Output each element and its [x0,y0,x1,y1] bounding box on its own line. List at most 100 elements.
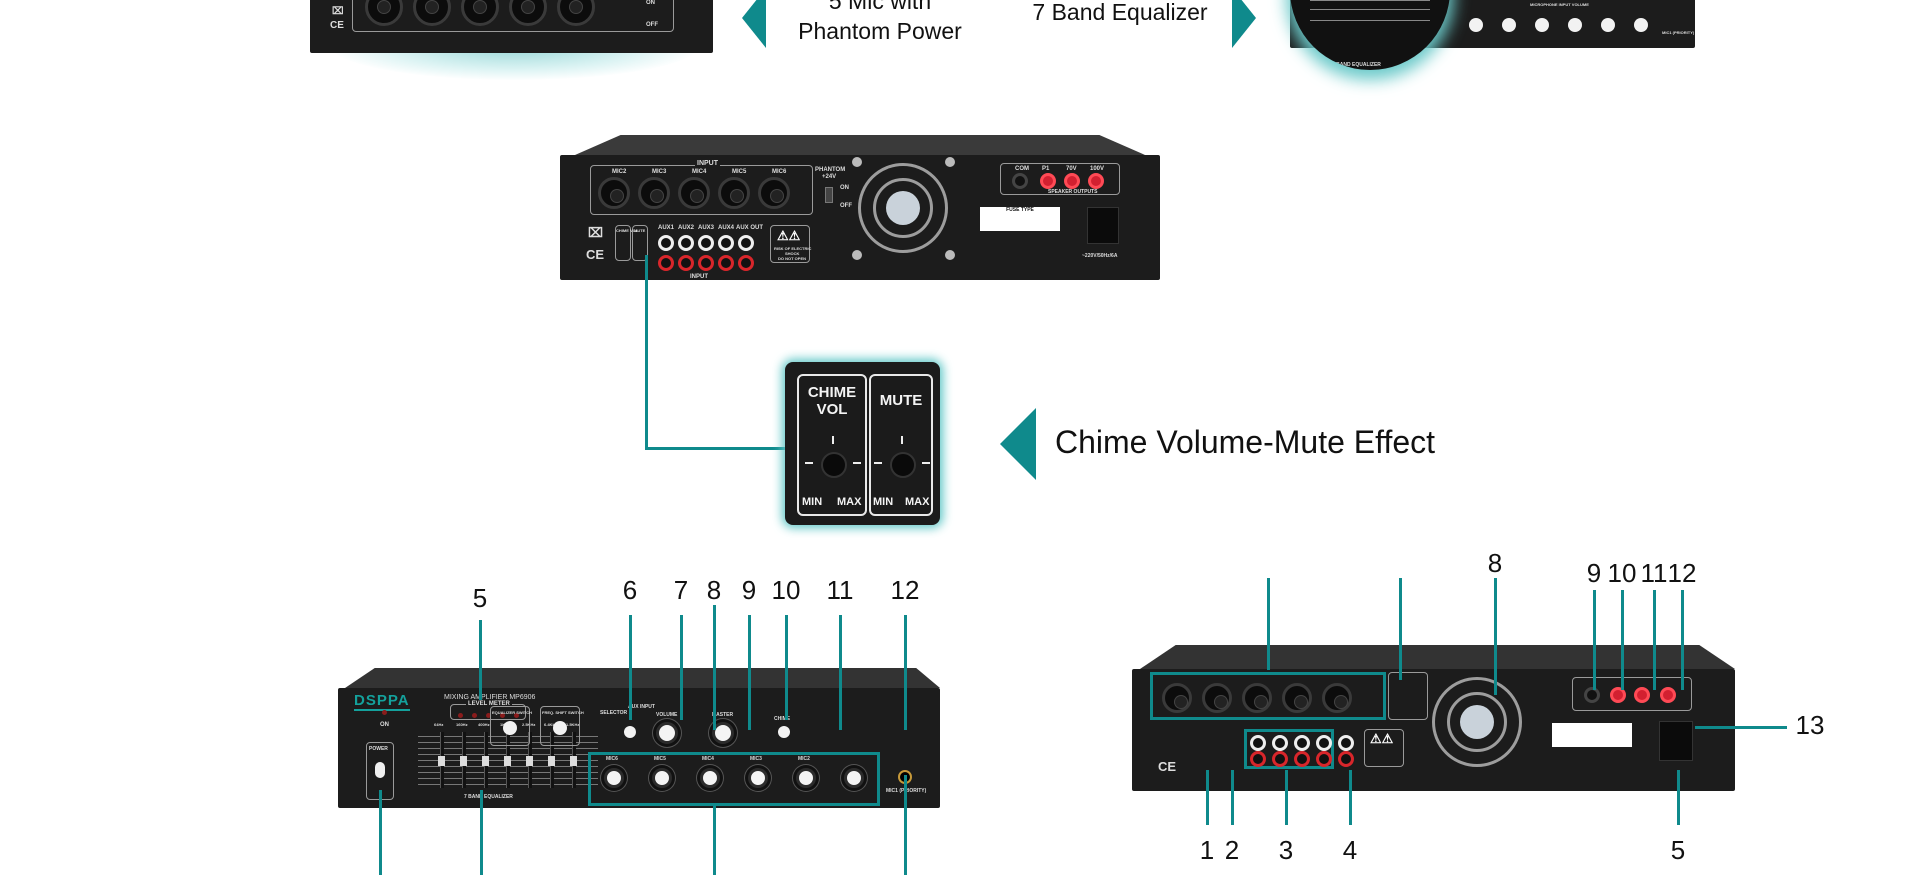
xlr-connector [1242,683,1272,713]
phantom-switch[interactable] [825,187,833,203]
rca-jack-white [1294,735,1310,751]
chime-vol-cell: CHIME VOL MIN MAX [797,374,867,516]
rca-jack-red [1250,751,1266,767]
callout-line [1206,770,1209,825]
rear-bottom-top [1140,645,1735,669]
callout-number: 5 [472,583,488,613]
mic-knob-label: MIC6 [606,756,618,762]
chime-caption: Chime Volume-Mute Effect [1055,424,1436,460]
power-rating: ~220V/50Hz/6A [1082,253,1118,259]
equalizer-switch-button[interactable] [503,721,517,735]
eq-fader-cap [438,756,445,766]
callout-line [1285,770,1288,825]
weee-icon: ⌧ [332,6,344,17]
callout-number: 12 [1667,558,1697,588]
top-left-rear-device: ON OFF ⌧ CE [310,0,713,53]
callout-number: 8 [1487,548,1503,578]
power-switch[interactable] [375,762,385,778]
rca-jack-red [1272,751,1288,767]
power-inlet [1087,207,1119,244]
mic-label: MIC5 [732,169,747,175]
terminal-com [1584,687,1600,703]
eq-freq-label: 64Hz [434,722,444,727]
mute-pot[interactable] [890,452,916,478]
input-label: INPUT [695,160,720,167]
volume-knob[interactable] [656,722,678,744]
fuse-table: FUSE TYPE [980,207,1060,231]
callout-line [904,615,907,730]
fan-hub [886,191,920,225]
callout-line [680,615,683,720]
callout-number: 11 [1640,558,1668,588]
xlr-connector [758,177,790,209]
mic-volume-knob[interactable] [604,768,624,788]
rca-jack-white [678,235,694,251]
mic-volume-knob[interactable] [796,768,816,788]
aux-label: AUX OUT [736,225,763,231]
callout-line [1267,578,1270,670]
level-led [472,713,477,718]
callout-number: 9 [1586,558,1602,588]
callout-line [1653,590,1656,690]
speaker-outputs-label: SPEAKER OUTPUTS [1048,189,1098,195]
arrow-left-icon [1000,408,1036,480]
callout-line [1695,726,1787,729]
fan-hub [1460,705,1494,739]
rca-jack-red [738,255,754,271]
rear-panel-device: INPUT MIC2 MIC3 MIC4 MIC5 MIC6 PHANTOM +… [560,155,1160,280]
brand-logo: DSPPA [354,692,410,711]
freq-shift-button[interactable] [553,721,567,735]
callout-line [1621,590,1624,690]
mic-volume-knob[interactable] [844,768,864,788]
mic-volume-knob[interactable] [748,768,768,788]
chime-vol-pot[interactable] [821,452,847,478]
callout-number: 9 [741,575,757,605]
mic-volume-knob[interactable] [700,768,720,788]
rca-jack-red [678,255,694,271]
callout-line [713,805,716,875]
eq-caption: 7 Band Equalizer [1032,0,1208,25]
volume-label: VOLUME [656,712,678,718]
mute-label: MUTE [879,392,923,409]
eq-freq-label: 400Hz [478,722,490,727]
min-label: MIN [802,496,823,508]
aux-selector-button[interactable] [624,726,636,738]
eq-fader-cap [482,756,489,766]
callout-number: 13 [1795,710,1825,740]
mic-label: MIC3 [652,169,667,175]
callout-number: 4 [1342,835,1358,865]
rca-jack-white [738,235,754,251]
tick [874,462,882,464]
switch-off-label: OFF [646,22,658,28]
aux-input-label: INPUT [690,274,708,280]
callout-line [904,775,907,875]
mic-volume-knob[interactable] [652,768,672,788]
fuse-title: FUSE TYPE [1006,207,1034,213]
max-label: MAX [837,496,862,508]
mic-label: MIC2 [612,169,627,175]
callout-number: 11 [826,575,854,605]
xlr-connector [1282,683,1312,713]
mic-knob-label: MIC3 [750,756,762,762]
mic-label: MIC4 [692,169,707,175]
callout-line [1677,770,1680,825]
callout-line [645,447,785,450]
terminal-p1 [1040,173,1056,189]
eq-fader-cap [504,756,511,766]
phantom-voltage: +24V [822,174,837,180]
caption-line: 5 Mic with [828,0,932,14]
callout-number: 1 [1199,835,1215,865]
front-panel-device: DSPPA MIXING AMPLIFIER MP6906 LEVEL METE… [338,688,940,808]
callout-line [1494,578,1497,695]
knob [1469,18,1483,32]
chime-button[interactable] [778,726,790,738]
tick [805,462,813,464]
callout-line [629,615,632,720]
callout-number: 6 [622,575,638,605]
power-label: POWER [369,746,388,752]
terminal-label: COM [1015,166,1029,172]
callout-line [785,615,788,720]
eq-freq-label: 160Hz [456,722,468,727]
power-inlet [1659,721,1693,761]
arrow-left-icon [742,0,766,48]
